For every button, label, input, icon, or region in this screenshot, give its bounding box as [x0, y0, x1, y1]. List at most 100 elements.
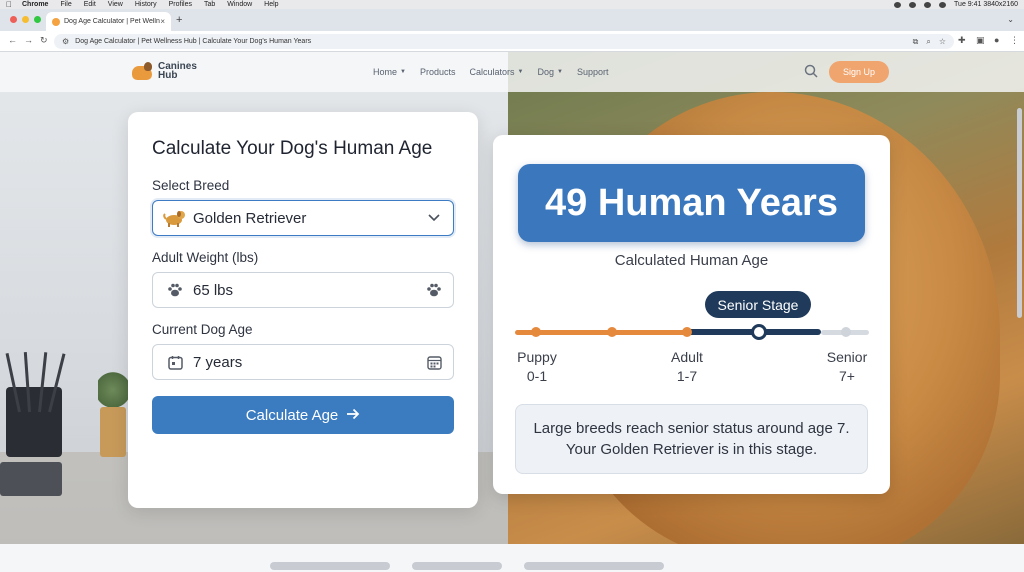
minimize-window-button[interactable] — [22, 16, 29, 23]
chevron-down-icon: ▼ — [400, 69, 406, 75]
stage-senior-range: 7+ — [839, 368, 855, 384]
background-plant-leaves — [98, 370, 128, 410]
result-caption: Calculated Human Age — [614, 252, 769, 269]
install-icon[interactable]: ⧉ — [913, 37, 919, 47]
golden-retriever-icon — [163, 208, 187, 228]
menu-kebab-icon[interactable]: ⋮ — [1010, 35, 1019, 46]
breed-label: Select Breed — [152, 178, 230, 193]
menu-app-name[interactable]: Chrome — [22, 1, 48, 8]
apple-icon[interactable]:  — [6, 0, 12, 9]
back-icon[interactable]: ← — [8, 35, 17, 45]
nav-home[interactable]: Home ▼ — [373, 67, 406, 77]
stage-puppy-range: 0-1 — [526, 368, 548, 384]
forward-icon[interactable]: → — [24, 35, 33, 45]
dog-logo-icon — [130, 60, 154, 82]
url-text: Dog Age Calculator | Pet Wellness Hub | … — [75, 38, 312, 45]
current-age-marker — [751, 324, 767, 340]
browser-toolbar: ← → ↻ ⚙ Dog Age Calculator | Pet Wellnes… — [0, 31, 1024, 52]
address-bar[interactable]: ⚙ Dog Age Calculator | Pet Wellness Hub … — [54, 34, 954, 49]
breed-select[interactable]: Golden Retriever — [152, 200, 454, 236]
menu-file[interactable]: File — [60, 1, 71, 8]
senior-info-box: Large breeds reach senior status around … — [515, 404, 868, 474]
life-stage-timeline — [515, 322, 870, 342]
calculator-form-card: Calculate Your Dog's Human Age Select Br… — [128, 112, 478, 508]
menu-tab[interactable]: Tab — [204, 1, 215, 8]
status-icon[interactable] — [909, 1, 917, 8]
weight-input[interactable]: 65 lbs — [152, 272, 454, 308]
nav-dog[interactable]: Dog ▼ — [537, 67, 562, 77]
site-header: Canines Hub Home ▼ Products Calculators ▼ … — [0, 52, 1024, 92]
menu-edit[interactable]: Edit — [84, 1, 96, 8]
nav-products-label: Products — [419, 67, 456, 77]
nav-dog-label: Dog — [537, 67, 554, 77]
stage-puppy-name: Puppy — [517, 349, 557, 365]
stage-senior-name: Senior — [826, 349, 868, 365]
menu-window[interactable]: Window — [227, 1, 252, 8]
sidebar-icon[interactable]: ▣ — [976, 35, 985, 46]
age-input[interactable]: 7 years — [152, 344, 454, 380]
calculate-age-label: Calculate Age — [245, 406, 339, 424]
close-tab-icon[interactable]: × — [160, 17, 165, 26]
new-tab-button[interactable]: + — [176, 14, 182, 26]
menu-help[interactable]: Help — [264, 1, 278, 8]
window-controls — [10, 16, 41, 23]
search-icon[interactable] — [804, 64, 818, 78]
menu-history[interactable]: History — [135, 1, 157, 8]
nav-products[interactable]: Products — [420, 67, 456, 77]
zoom-icon[interactable]: ⌕ — [926, 37, 930, 47]
logo-line-2: Hub — [158, 70, 178, 81]
age-label: Current Dog Age — [152, 322, 253, 337]
profile-icon[interactable]: ● — [994, 35, 999, 45]
nav-calculators[interactable]: Calculators ▼ — [470, 67, 524, 77]
calculate-age-button[interactable]: Calculate Age — [152, 396, 454, 434]
background-laptop — [0, 462, 62, 496]
bookmark-star-icon[interactable]: ☆ — [939, 37, 946, 47]
timeline-dot — [607, 327, 617, 337]
browser-tab-active[interactable]: Dog Age Calculator | Pet Wellnes × — [46, 12, 171, 31]
web-page: Canines Hub Home ▼ Products Calculators ▼ … — [0, 52, 1024, 572]
stage-adult-name: Adult — [671, 349, 703, 365]
tab-search-chevron-icon[interactable]: ⌄ — [1007, 15, 1014, 24]
wifi-icon[interactable] — [924, 1, 932, 8]
tab-title: Dog Age Calculator | Pet Wellnes — [64, 18, 161, 25]
page-scrollbar[interactable] — [1017, 108, 1022, 318]
form-title: Calculate Your Dog's Human Age — [152, 138, 433, 159]
result-card: 49 Human Years Calculated Human Age Seni… — [493, 135, 890, 494]
paw-icon — [163, 280, 187, 300]
chevron-down-icon: ▼ — [557, 69, 563, 75]
timeline-dot — [841, 327, 851, 337]
menu-profiles[interactable]: Profiles — [169, 1, 192, 8]
stage-puppy: Puppy 0-1 — [515, 348, 559, 386]
age-value: 7 years — [193, 353, 243, 371]
menu-status-area: Tue 9:41 3840x2160 — [894, 1, 1018, 8]
site-nav: Home ▼ Products Calculators ▼ Dog ▼ Support — [373, 67, 608, 77]
search-icon[interactable] — [939, 1, 947, 8]
human-years-result: 49 Human Years — [518, 164, 865, 242]
close-window-button[interactable] — [10, 16, 17, 23]
clock-text: Tue 9:41 3840x2160 — [954, 1, 1018, 8]
reload-icon[interactable]: ↻ — [40, 35, 48, 46]
extensions-icon[interactable]: ✚ — [958, 35, 966, 46]
sign-up-button[interactable]: Sign Up — [829, 61, 889, 83]
zoom-window-button[interactable] — [34, 16, 41, 23]
calendar-grid-icon[interactable] — [425, 353, 443, 371]
background-plant-pot — [100, 407, 126, 457]
chevron-down-icon — [425, 209, 443, 227]
stage-adult-range: 1-7 — [676, 368, 698, 384]
timeline-dot — [531, 327, 541, 337]
footer-heading-placeholder — [270, 562, 690, 572]
browser-tab-strip: Dog Age Calculator | Pet Wellnes × + ⌄ — [0, 9, 1024, 31]
arrow-right-icon — [346, 407, 360, 424]
nav-support-label: Support — [576, 67, 609, 77]
stage-adult: Adult 1-7 — [665, 348, 709, 386]
stage-senior: Senior 7+ — [822, 348, 872, 386]
nav-support[interactable]: Support — [577, 67, 609, 77]
site-info-icon[interactable]: ⚙ — [62, 37, 69, 46]
nav-home-label: Home — [373, 67, 398, 77]
current-stage-badge: Senior Stage — [705, 291, 811, 318]
paw-icon — [425, 281, 443, 299]
menu-view[interactable]: View — [108, 1, 123, 8]
favicon-icon — [52, 17, 60, 26]
status-icon[interactable] — [894, 1, 902, 8]
site-logo[interactable]: Canines Hub — [130, 60, 197, 82]
